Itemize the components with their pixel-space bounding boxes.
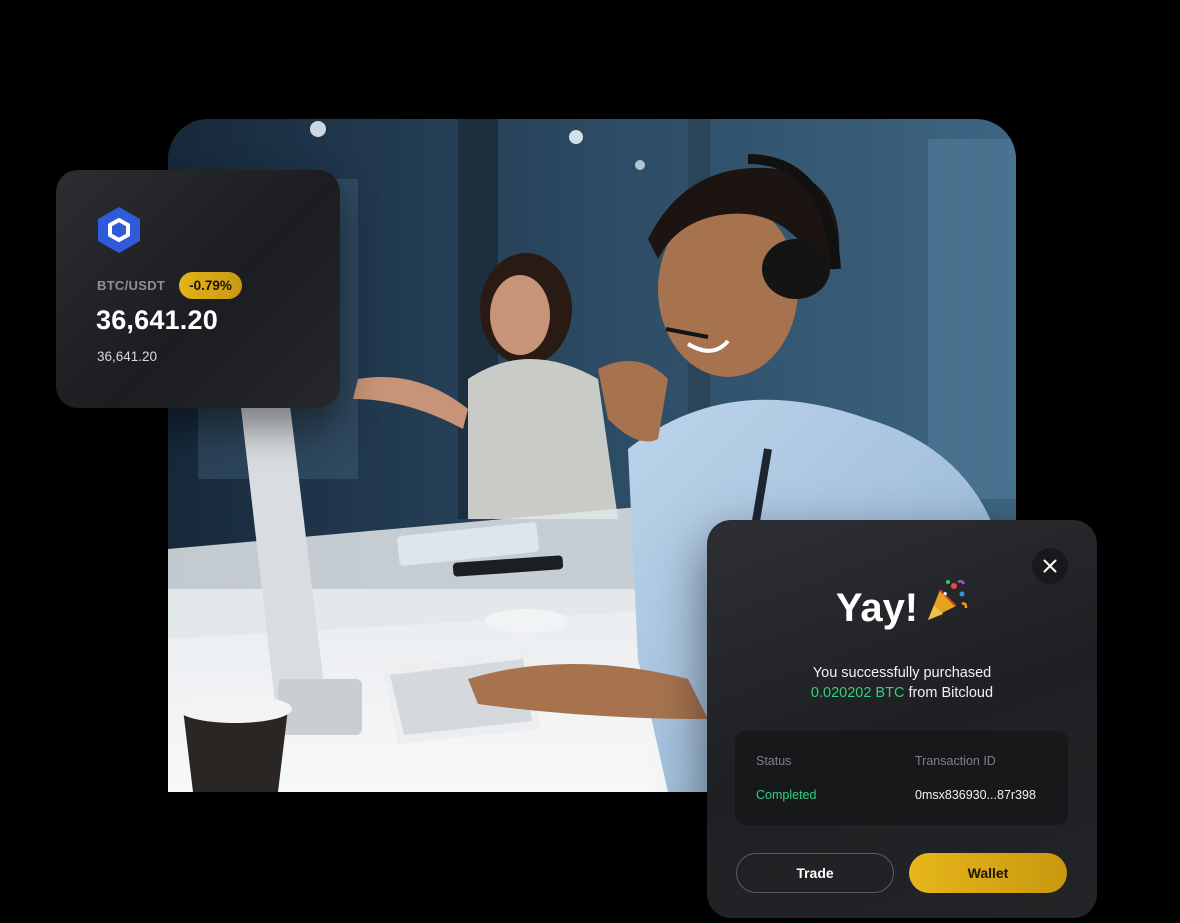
pair-label: BTC/USDT: [97, 278, 166, 293]
transaction-id-value[interactable]: 0msx836930...87r398: [915, 788, 1036, 802]
close-button[interactable]: [1032, 548, 1068, 584]
message-suffix: from Bitcloud: [904, 685, 994, 701]
status-label: Status: [756, 754, 792, 768]
wallet-button[interactable]: Wallet: [909, 853, 1067, 893]
status-value: Completed: [756, 788, 817, 802]
pair-row: BTC/USDT -0.79%: [97, 272, 242, 299]
close-icon: [1043, 559, 1057, 573]
price-secondary: 36,641.20: [97, 349, 158, 364]
message-line-1: You successfully purchased: [812, 665, 992, 681]
modal-title-text: Yay!: [835, 586, 919, 630]
transaction-id-label: Transaction ID: [915, 754, 996, 768]
change-badge: -0.79%: [179, 272, 242, 299]
status-column: Status Completed: [756, 754, 816, 802]
price-value: 36,641.20: [96, 305, 218, 335]
transaction-id-column: Transaction ID 0msx836930...87r398: [915, 754, 1036, 802]
party-popper-icon: [924, 578, 968, 637]
chainlink-hexagon-icon: [96, 206, 142, 254]
modal-title: Yay!: [707, 578, 1097, 640]
message-line-2: 0.020202 BTC from Bitcloud: [707, 683, 1097, 703]
trade-button[interactable]: Trade: [736, 853, 894, 893]
purchase-amount: 0.020202 BTC: [810, 685, 905, 701]
modal-message: You successfully purchased 0.020202 BTC …: [707, 663, 1097, 703]
